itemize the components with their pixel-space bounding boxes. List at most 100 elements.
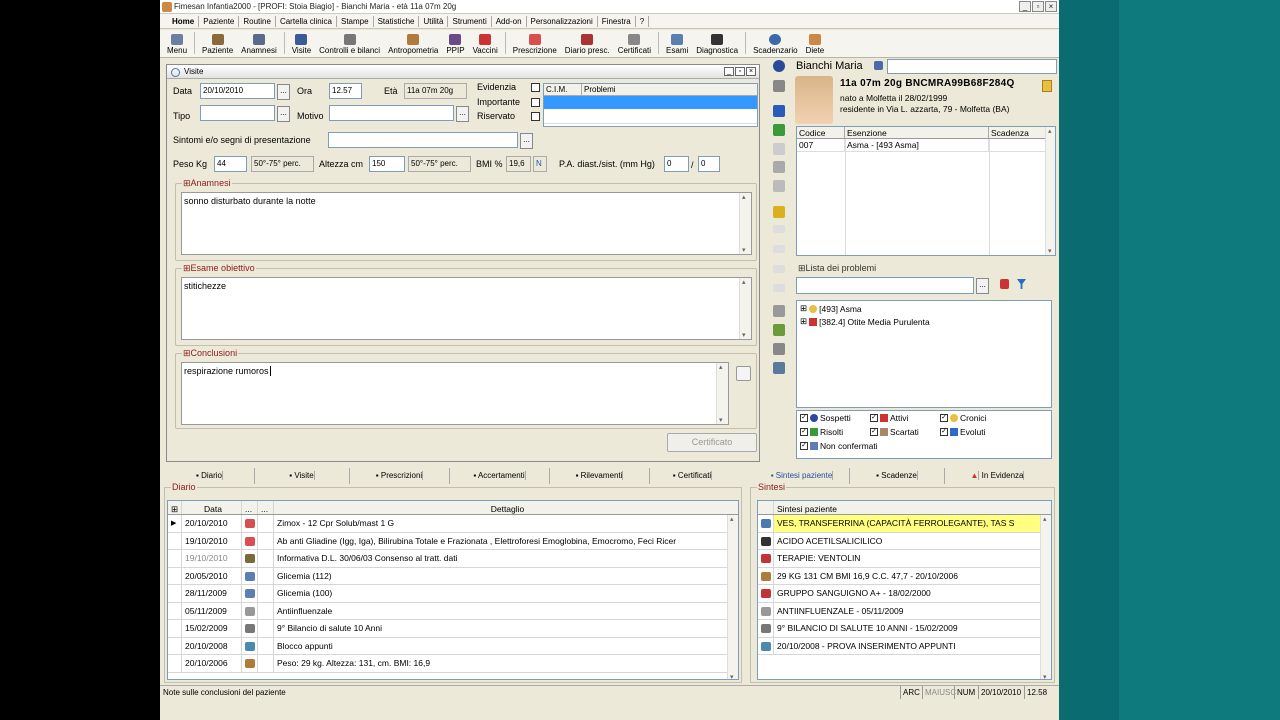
list-item[interactable]: TERAPIE: VENTOLIN (758, 550, 1051, 568)
star-add-icon[interactable] (773, 324, 785, 336)
menu-finestra[interactable]: Finestra (598, 16, 636, 27)
conclusioni-textarea[interactable]: respirazione rumoros (181, 362, 729, 425)
tab-rilevamenti[interactable]: ▪ Rilevamenti (550, 468, 650, 484)
riservato-checkbox[interactable] (531, 112, 540, 121)
tipo-picker-button[interactable]: ... (277, 106, 290, 122)
first-record-icon[interactable] (773, 225, 785, 233)
problemi-title[interactable]: ⊞Lista dei problemi (798, 263, 876, 274)
peso-field[interactable]: 44 (214, 156, 247, 172)
table-row[interactable]: 15/02/2009 9° Bilancio di salute 10 Anni (168, 620, 738, 638)
motivo-field[interactable] (329, 105, 454, 121)
list-item[interactable]: 29 KG 131 CM BMI 16,9 C.C. 47,7 - 20/10/… (758, 567, 1051, 585)
motivo-picker-button[interactable]: ... (456, 106, 469, 122)
toolbar-antropometria-button[interactable]: Antropometria (384, 29, 442, 57)
menu-utilita[interactable]: Utilità (419, 16, 449, 27)
disabled-icon[interactable] (773, 143, 785, 155)
toolbar-ppip-button[interactable]: PPIP (442, 29, 468, 57)
toolbar-visite-button[interactable]: Visite (288, 29, 315, 57)
close-button[interactable]: × (1045, 1, 1057, 12)
ora-field[interactable]: 12.57 (329, 83, 362, 99)
toolbar-scadenzario-button[interactable]: Scadenzario (749, 29, 801, 57)
toolbar-anamnesi-button[interactable]: Anamnesi (237, 29, 281, 57)
anamnesi-scrollbar[interactable] (739, 193, 751, 254)
problemi-search-field[interactable] (796, 277, 974, 294)
menu-routine[interactable]: Routine (239, 16, 276, 27)
problemi-tree[interactable]: ⊞ [493] Asma ⊞ [382.4] Otite Media Purulen… (796, 300, 1052, 408)
next-record-icon[interactable] (773, 265, 785, 273)
tab-scadenze[interactable]: ▪ Scadenze (850, 468, 945, 484)
data-field[interactable]: 20/10/2010 (200, 83, 275, 99)
esame-obiettivo-textarea[interactable]: stitichezze (181, 277, 752, 340)
previous-record-icon[interactable] (773, 245, 785, 253)
esenzione-row[interactable]: 007 Asma - [493 Asma] (797, 139, 1055, 152)
esame-obiettivo-title[interactable]: ⊞Esame obiettivo (182, 263, 256, 274)
icon-column-header[interactable]: ... (242, 501, 258, 514)
conclusioni-title[interactable]: ⊞Conclusioni (182, 348, 239, 359)
conclusioni-scrollbar[interactable] (716, 363, 728, 424)
sintesi-grid[interactable]: Sintesi paziente VES, TRANSFERRINA (CAPA… (757, 500, 1052, 680)
filter-risolti[interactable]: ✓ Risolti (800, 427, 843, 437)
last-record-icon[interactable] (773, 284, 785, 292)
toolbar-menu-button[interactable]: Menu (163, 29, 191, 57)
sintomi-field[interactable] (328, 132, 518, 148)
filter-sospetti[interactable]: ✓ Sospetti (800, 413, 851, 423)
info-icon[interactable] (773, 60, 785, 72)
pa-diast-field[interactable]: 0 (664, 156, 689, 172)
filter-non-confermati[interactable]: ✓ Non confermati (800, 441, 878, 451)
diario-scrollbar[interactable] (727, 515, 738, 679)
filter-attivi[interactable]: ✓ Attivi (870, 413, 908, 423)
notes-edit-icon[interactable] (736, 366, 751, 381)
table-row[interactable]: ▶ 20/10/2010 Zimox - 12 Cpr Solub/mast 1 G (168, 515, 738, 533)
table-row[interactable]: 20/05/2010 Glicemia (112) (168, 567, 738, 585)
filter-icon[interactable] (1017, 279, 1026, 289)
menu-paziente[interactable]: Paziente (199, 16, 240, 27)
table-row[interactable]: 20/10/2008 Blocco appunti (168, 637, 738, 655)
maximize-button[interactable]: ▫ (1032, 1, 1044, 12)
sintesi-column-header[interactable]: Sintesi paziente (774, 501, 1051, 514)
print-preview-icon[interactable] (773, 206, 785, 218)
esenzioni-grid[interactable]: Codice Esenzione Scadenza 007 Asma - [49… (796, 126, 1056, 256)
menu-help[interactable]: ? (636, 16, 650, 27)
evidenzia-checkbox[interactable] (531, 83, 540, 92)
toolbar-paziente-button[interactable]: Paziente (198, 29, 237, 57)
minimize-button[interactable]: _ (1019, 1, 1031, 12)
certificato-button[interactable]: Certificato (667, 433, 757, 452)
tab-in-evidenza[interactable]: ▲ In Evidenza (945, 468, 1050, 484)
pin-icon[interactable] (1000, 279, 1009, 289)
list-item[interactable]: 9° BILANCIO DI SALUTE 10 ANNI - 15/02/20… (758, 620, 1051, 638)
copy-icon[interactable] (773, 161, 785, 173)
toolbar-esami-button[interactable]: Esami (662, 29, 692, 57)
tab-visite[interactable]: ▪ Visite (255, 468, 350, 484)
esame-scrollbar[interactable] (739, 278, 751, 339)
selected-problem-row[interactable] (544, 96, 757, 110)
back-arrow-icon[interactable] (773, 105, 785, 117)
tab-certificati[interactable]: ▪ Certificati (650, 468, 735, 484)
menu-add-on[interactable]: Add-on (492, 16, 527, 27)
problemi-picker-button[interactable]: ... (976, 278, 989, 294)
pa-sist-field[interactable]: 0 (698, 156, 720, 172)
check-icon[interactable] (773, 124, 785, 136)
patient-search-field[interactable] (887, 59, 1057, 74)
list-item[interactable]: VES, TRANSFERRINA (CAPACITÀ FERROLEGANTE… (758, 515, 1051, 533)
note-icon[interactable] (1042, 80, 1052, 92)
star-icon[interactable] (773, 305, 785, 317)
list-item[interactable]: ACIDO ACETILSALICILICO (758, 532, 1051, 550)
toolbar-diario-presc-button[interactable]: Diario presc. (561, 29, 614, 57)
visite-close-button[interactable]: × (746, 67, 756, 76)
tab-accertamenti[interactable]: ▪ Accertamenti (450, 468, 550, 484)
filter-evoluti[interactable]: ✓ Evoluti (940, 427, 986, 437)
menu-home[interactable]: Home (168, 16, 200, 27)
tipo-field[interactable] (200, 105, 275, 121)
list-item[interactable]: ANTIINFLUENZALE - 05/11/2009 (758, 602, 1051, 620)
toolbar-diagnostica-button[interactable]: Diagnostica (692, 29, 742, 57)
importante-checkbox[interactable] (531, 98, 540, 107)
toolbar-prescrizione-button[interactable]: Prescrizione (509, 29, 561, 57)
dettaglio-column-header[interactable]: Dettaglio (274, 501, 738, 514)
diario-grid[interactable]: ⊞ Data ... ... Dettaglio ▶ 20/10/2010 Zimo… (167, 500, 739, 680)
menu-statistiche[interactable]: Statistiche (374, 16, 420, 27)
empty-problem-row[interactable] (544, 110, 757, 124)
menu-strumenti[interactable]: Strumenti (448, 16, 492, 27)
table-row[interactable]: 28/11/2009 Glicemia (100) (168, 585, 738, 603)
data-picker-button[interactable]: ... (277, 84, 290, 100)
menu-cartella-clinica[interactable]: Cartella clinica (276, 16, 337, 27)
